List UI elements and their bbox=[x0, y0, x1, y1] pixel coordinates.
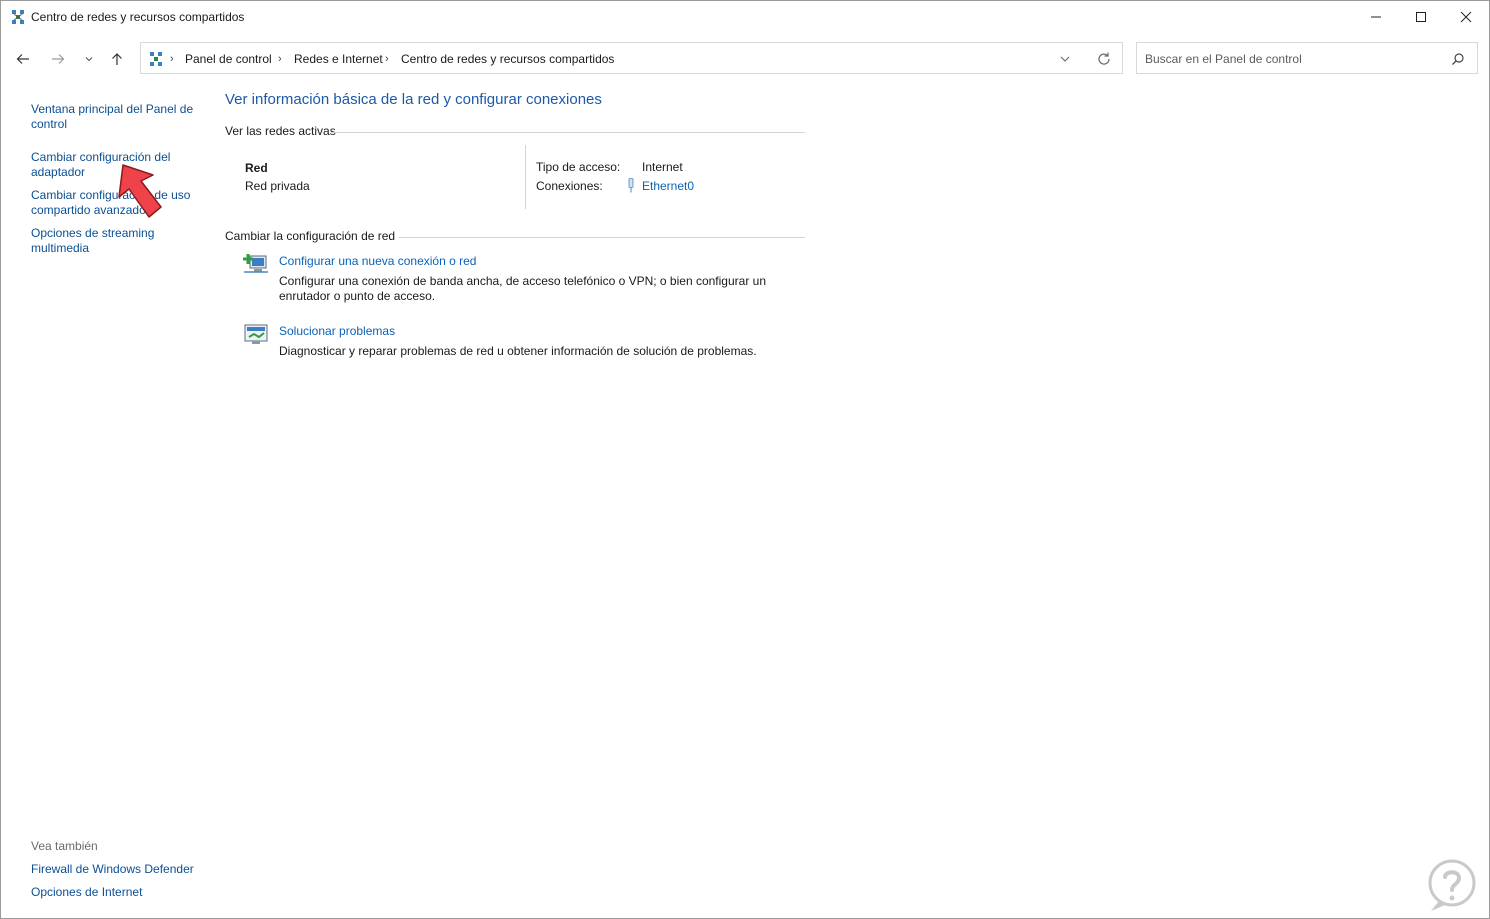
active-networks-label: Ver las redes activas bbox=[225, 124, 336, 138]
access-type-value: Internet bbox=[642, 160, 683, 174]
address-dropdown-icon[interactable] bbox=[1058, 52, 1072, 66]
minimize-icon bbox=[1371, 16, 1381, 18]
forward-button[interactable] bbox=[46, 47, 70, 71]
address-bar[interactable]: › Panel de control › Redes e Internet › … bbox=[140, 42, 1123, 74]
network-center-icon bbox=[12, 10, 24, 24]
refresh-icon[interactable] bbox=[1096, 51, 1112, 67]
sidebar-item-media-streaming-options[interactable]: Opciones de streaming multimedia bbox=[31, 226, 201, 256]
breadcrumb-redes-e-internet[interactable]: Redes e Internet bbox=[294, 52, 383, 66]
arrow-right-icon bbox=[52, 54, 65, 64]
troubleshoot-icon bbox=[244, 324, 268, 344]
control-panel-icon bbox=[150, 52, 162, 66]
watermark-logo-icon bbox=[1428, 859, 1476, 911]
section-divider bbox=[399, 237, 805, 238]
vertical-divider bbox=[525, 145, 526, 209]
connections-label: Conexiones: bbox=[536, 179, 603, 193]
search-icon[interactable] bbox=[1451, 52, 1465, 66]
maximize-button[interactable] bbox=[1398, 1, 1444, 33]
window-title: Centro de redes y recursos compartidos bbox=[31, 10, 245, 24]
annotation-arrow-icon bbox=[118, 164, 162, 218]
arrow-up-icon bbox=[112, 53, 122, 65]
control-panel-window: Centro de redes y recursos compartidos ›… bbox=[0, 0, 1490, 919]
sidebar-item-control-panel-home[interactable]: Ventana principal del Panel de control bbox=[31, 102, 201, 132]
breadcrumb-separator: › bbox=[278, 53, 282, 65]
network-type: Red privada bbox=[245, 179, 310, 193]
page-title: Ver información básica de la red y confi… bbox=[225, 91, 602, 108]
title-bar: Centro de redes y recursos compartidos bbox=[1, 1, 1489, 33]
breadcrumb-current[interactable]: Centro de redes y recursos compartidos bbox=[401, 52, 614, 66]
close-icon bbox=[1460, 11, 1472, 23]
breadcrumb-panel-de-control[interactable]: Panel de control bbox=[185, 52, 272, 66]
ethernet-connection-link[interactable]: Ethernet0 bbox=[642, 179, 694, 193]
change-settings-label: Cambiar la configuración de red bbox=[225, 229, 396, 243]
section-divider bbox=[331, 132, 805, 133]
close-button[interactable] bbox=[1443, 1, 1489, 33]
recent-locations-button[interactable] bbox=[77, 47, 101, 71]
task-troubleshoot-description: Diagnosticar y reparar problemas de red … bbox=[279, 344, 757, 358]
task-troubleshoot-link[interactable]: Solucionar problemas bbox=[279, 324, 395, 338]
new-connection-icon bbox=[243, 254, 268, 273]
breadcrumb-separator: › bbox=[170, 53, 174, 65]
network-name: Red bbox=[245, 161, 268, 175]
back-button[interactable] bbox=[11, 47, 35, 71]
see-also-label: Vea también bbox=[31, 839, 98, 853]
arrow-left-icon bbox=[16, 54, 29, 64]
see-also-windows-defender-firewall[interactable]: Firewall de Windows Defender bbox=[31, 862, 201, 877]
task-new-connection-description: Configurar una conexión de banda ancha, … bbox=[279, 274, 766, 303]
minimize-button[interactable] bbox=[1353, 1, 1399, 33]
search-box bbox=[1136, 42, 1478, 74]
task-new-connection-link[interactable]: Configurar una nueva conexión o red bbox=[279, 254, 476, 268]
chevron-down-icon bbox=[85, 57, 93, 62]
ethernet-icon bbox=[628, 178, 634, 193]
search-input[interactable] bbox=[1145, 51, 1435, 67]
breadcrumb-separator: › bbox=[385, 53, 389, 65]
see-also-internet-options[interactable]: Opciones de Internet bbox=[31, 885, 201, 900]
maximize-icon bbox=[1416, 12, 1426, 22]
up-button[interactable] bbox=[105, 47, 129, 71]
access-type-label: Tipo de acceso: bbox=[536, 160, 621, 174]
